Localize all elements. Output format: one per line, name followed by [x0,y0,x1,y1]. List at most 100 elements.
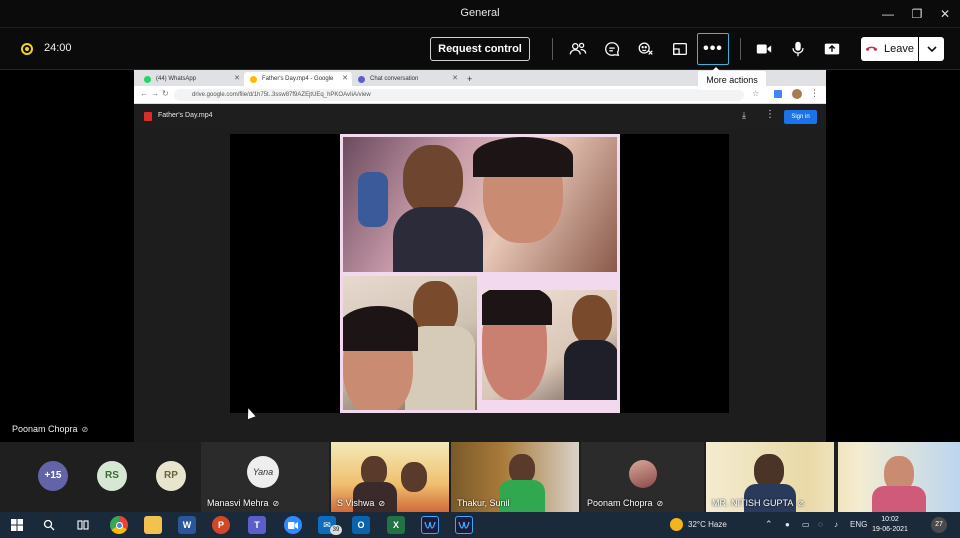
microphone-icon[interactable] [787,38,809,60]
participant-name-tag: Manasvi Mehra ⊘ [207,498,279,508]
browser-tab[interactable]: (44) WhatsApp ✕ [138,72,244,86]
zoom-icon[interactable] [284,516,302,534]
meeting-controls: 24:00 Request control ••• Leave [0,28,960,70]
reactions-icon[interactable] [635,38,657,60]
webex-icon[interactable] [421,516,439,534]
presenter-name: Poonam Chopra [12,424,78,434]
more-actions-button[interactable]: ••• [697,33,729,65]
close-tab-icon[interactable]: ✕ [452,72,458,86]
participant-tile[interactable]: S Vishwa ⊘ [331,442,449,512]
browser-tab-label: (44) WhatsApp [156,76,197,82]
outlook-icon[interactable]: O [352,516,370,534]
browser-menu-icon[interactable]: ⋮ [810,88,819,99]
word-icon[interactable]: W [178,516,196,534]
chat-icon[interactable] [601,38,623,60]
tray-mic-icon[interactable]: ● [785,520,790,529]
avatar-strip: +15 RS RP [0,442,200,512]
webex-meetings-icon[interactable] [455,516,473,534]
mic-muted-icon: ⊘ [797,498,805,508]
more-actions-tooltip: More actions [698,67,766,90]
participant-name-tag: S Vishwa ⊘ [337,498,385,508]
mic-muted-icon: ⊘ [656,498,664,508]
participant-tile[interactable]: Thakur, Sunil [451,442,579,512]
language-indicator[interactable]: ENG [850,520,867,529]
avatar [629,460,657,488]
participant-tile[interactable]: MR. NITISH GUPTA ⊘ [706,442,960,512]
overflow-participants-button[interactable]: +15 [38,461,68,491]
search-icon[interactable] [40,516,58,534]
extension-icon[interactable] [774,90,782,98]
drive-viewer-toolbar: Father's Day.mp4 ⤓ ⋮ Sign in [134,104,826,130]
collage-photo-bottom-left [343,276,477,410]
browser-tab[interactable]: Chat conversation ✕ [352,72,462,86]
browser-tab-label: Chat conversation [370,76,419,82]
participant-name: Poonam Chopra [587,498,653,508]
participant-tile[interactable]: Yana Manasvi Mehra ⊘ [201,442,329,512]
url-field[interactable]: drive.google.com/file/d/1h75t..3ssw87f9A… [174,89,744,101]
divider [740,38,741,60]
recording-icon [21,43,33,55]
minimize-icon[interactable]: — [880,6,896,22]
reload-icon[interactable]: ↻ [162,89,169,98]
profile-avatar[interactable] [792,89,802,99]
weather-icon[interactable] [670,518,683,531]
volume-icon[interactable]: ♪ [834,520,838,529]
participant-name-tag: Thakur, Sunil [457,498,510,508]
leave-dropdown-button[interactable] [919,37,944,61]
teams-icon[interactable]: T [248,516,266,534]
system-clock[interactable]: 10:02 19-06-2021 [870,515,910,535]
leave-label: Leave [884,43,914,55]
camera-icon[interactable] [753,38,775,60]
sign-in-button[interactable]: Sign in [784,110,817,124]
more-options-icon[interactable]: ⋮ [765,109,775,120]
excel-icon[interactable]: X [387,516,405,534]
participant-tile[interactable]: Poonam Chopra ⊘ [581,442,704,512]
teams-tab-icon [358,76,365,83]
mic-muted-icon: ⊘ [81,424,89,434]
participants-icon[interactable] [567,38,589,60]
weather-text[interactable]: 32°C Haze [688,520,727,529]
browser-tab-active[interactable]: Father's Day.mp4 - Google ✕ [244,72,352,86]
avatar[interactable]: RS [97,461,127,491]
close-icon[interactable]: ✕ [937,6,953,22]
phone-icon [865,46,878,51]
more-icon: ••• [703,40,723,57]
chrome-icon[interactable] [110,516,128,534]
restore-icon[interactable]: ❐ [909,6,925,22]
presenter-name-tag: Poonam Chopra ⊘ [12,424,88,434]
avatar[interactable]: RP [156,461,186,491]
video-file-icon [144,112,152,121]
participant-name-tag: MR. NITISH GUPTA ⊘ [712,498,804,508]
download-icon[interactable]: ⤓ [742,110,746,121]
rooms-icon[interactable] [669,38,691,60]
clock-time: 10:02 [881,516,899,523]
participant-name: MR. NITISH GUPTA [712,498,794,508]
wifi-icon[interactable]: ◌ [818,520,823,529]
leave-button[interactable]: Leave [861,37,918,61]
powerpoint-icon[interactable]: P [212,516,230,534]
notification-center-button[interactable]: 27 [931,517,947,533]
task-view-icon[interactable] [74,516,92,534]
mic-muted-icon: ⊘ [378,498,386,508]
window-title: General [460,7,500,19]
collage-photo-bottom-right [482,290,617,400]
close-tab-icon[interactable]: ✕ [234,72,240,86]
request-control-button[interactable]: Request control [430,37,530,61]
windows-icon[interactable] [8,516,26,534]
share-icon[interactable] [821,38,843,60]
explorer-icon[interactable] [144,516,162,534]
tray-chevron-icon[interactable]: ⌃ [765,519,773,530]
back-icon[interactable]: ← [140,89,148,98]
file-name: Father's Day.mp4 [158,112,213,119]
mail-badge: 39 [330,525,342,535]
avatar: Yana [247,456,279,488]
star-icon[interactable]: ☆ [752,89,759,98]
photo-collage [340,134,620,413]
browser-tab-label: Father's Day.mp4 - Google [262,76,334,82]
participant-gallery: +15 RS RP Yana Manasvi Mehra ⊘ S Vishwa … [0,442,960,512]
network-icon[interactable]: ▭ [802,520,810,529]
close-tab-icon[interactable]: ✕ [342,72,348,86]
forward-icon[interactable]: → [151,89,159,98]
new-tab-button[interactable]: + [464,72,478,86]
collage-photo-top [343,137,617,272]
